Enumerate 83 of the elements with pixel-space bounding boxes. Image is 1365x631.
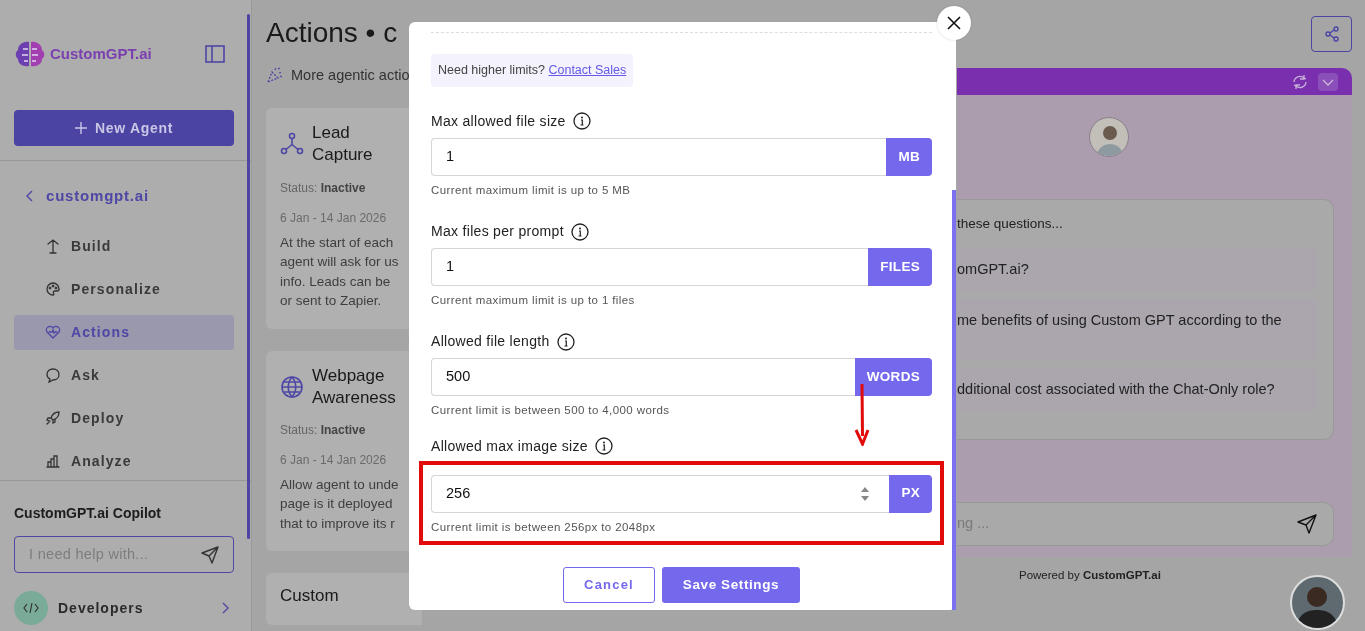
send-icon[interactable] xyxy=(201,545,219,564)
banner-text: More agentic actio xyxy=(291,65,410,85)
heart-icon xyxy=(45,324,61,340)
share-icon xyxy=(1323,26,1340,42)
card-description: page is it deployed xyxy=(280,495,394,514)
input-field[interactable]: 1 xyxy=(431,248,869,286)
unit-label: FILES xyxy=(868,248,932,286)
card-date: 6 Jan - 14 Jan 2026 xyxy=(280,451,388,469)
card-description: Allow agent to unde xyxy=(280,475,400,494)
nav-item[interactable]: Analyze xyxy=(14,443,234,479)
nav-item[interactable]: Ask xyxy=(14,357,234,393)
help-text: Current maximum limit is up to 1 files xyxy=(431,293,636,308)
developers-link[interactable]: Developers xyxy=(0,573,251,631)
sidebar-toggle-icon[interactable] xyxy=(205,45,225,63)
palette-icon xyxy=(45,281,61,297)
card-description: At the start of each xyxy=(280,233,395,252)
card-description: agent will ask for us xyxy=(280,253,400,272)
new-agent-button[interactable]: New Agent xyxy=(14,110,234,146)
chevron-down-icon[interactable] xyxy=(1318,72,1338,91)
card-description: info. Leads can be xyxy=(280,272,392,291)
page-title: Actions • c xyxy=(266,16,399,50)
unit-label: PX xyxy=(889,474,932,513)
help-text: Current maximum limit is up to 5 MB xyxy=(431,182,632,198)
card-date: 6 Jan - 14 Jan 2026 xyxy=(280,209,388,227)
refresh-icon[interactable] xyxy=(1292,73,1308,90)
info-icon xyxy=(594,437,613,455)
close-button[interactable] xyxy=(937,6,971,40)
help-text: Current limit is between 500 to 4,000 words xyxy=(431,403,671,419)
card-status: Status: Inactive xyxy=(280,421,367,439)
card-status: Status: Inactive xyxy=(280,179,367,197)
info-icon xyxy=(572,112,591,131)
party-popper-icon xyxy=(266,66,283,84)
copilot-title: CustomGPT.ai Copilot xyxy=(14,504,162,523)
card-description: that to improve its r xyxy=(280,514,396,533)
rocket-icon xyxy=(45,410,61,426)
contact-sales-link[interactable]: Contact Sales xyxy=(548,63,627,77)
nav-item[interactable]: Personalize xyxy=(14,271,234,307)
field-label: Max allowed file size xyxy=(431,111,566,131)
bar-chart-icon xyxy=(45,453,61,469)
powered-by: Powered by CustomGPT.ai xyxy=(1019,568,1161,584)
input-field[interactable]: 1 xyxy=(431,137,887,176)
nav-item[interactable]: Build xyxy=(14,228,234,264)
save-button[interactable]: Save Settings xyxy=(662,566,800,603)
suggestion-item[interactable]: dditional cost associated with the Chat-Only role? xyxy=(957,367,1317,411)
plus-icon xyxy=(74,122,87,134)
brand-name: CustomGPT.ai xyxy=(50,43,152,64)
field-label: Allowed max image size xyxy=(431,436,588,456)
close-icon xyxy=(947,16,961,30)
help-text: Current limit is between 256px to 2048px xyxy=(431,519,657,535)
chat-bubble-icon xyxy=(45,367,61,383)
suggestion-item[interactable]: omGPT.ai? xyxy=(957,248,1317,292)
field-label: Max files per prompt xyxy=(431,222,564,241)
nav-item[interactable]: Deploy xyxy=(14,400,234,436)
code-icon xyxy=(23,602,39,614)
share-button[interactable] xyxy=(1311,16,1352,52)
network-icon xyxy=(280,132,304,157)
field-label: Allowed file length xyxy=(431,332,550,352)
card-title: Lead Capture xyxy=(312,122,374,167)
suggestions-heading: these questions... xyxy=(957,215,1064,233)
suggestion-item[interactable]: me benefits of using Custom GPT according to the xyxy=(957,299,1317,360)
card-description: or sent to Zapier. xyxy=(280,292,383,311)
unit-label: MB xyxy=(886,137,932,176)
chevron-left-icon xyxy=(26,190,34,203)
limits-note: Need higher limits? Contact Sales xyxy=(431,54,634,87)
info-icon xyxy=(556,332,575,351)
scrollbar[interactable] xyxy=(952,190,956,610)
scrollbar[interactable] xyxy=(247,14,250,539)
chevron-right-icon xyxy=(222,602,229,614)
globe-icon xyxy=(280,374,304,399)
cancel-button[interactable]: Cancel xyxy=(563,566,655,603)
unit-label: WORDS xyxy=(854,358,932,397)
input-field[interactable]: 500 xyxy=(431,358,855,397)
info-icon xyxy=(570,222,589,241)
send-icon[interactable] xyxy=(1297,513,1317,534)
back-link[interactable]: customgpt.ai xyxy=(0,161,149,208)
card-title: Custom xyxy=(280,585,339,608)
nav-item[interactable]: Actions xyxy=(14,314,234,350)
build-icon xyxy=(45,238,61,254)
action-card[interactable]: Custom xyxy=(266,573,422,626)
input-field[interactable]: 256 xyxy=(431,474,890,513)
annotation-arrow xyxy=(854,384,870,446)
brain-logo-icon xyxy=(14,39,46,69)
stepper-icon[interactable] xyxy=(860,485,870,502)
